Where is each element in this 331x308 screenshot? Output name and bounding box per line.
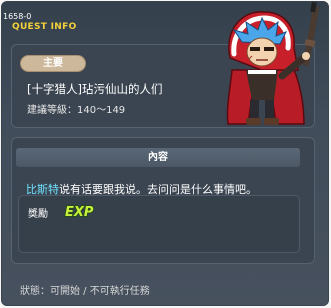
exp-icon: EXP (64, 204, 94, 219)
exp-text: EXP (65, 205, 94, 219)
recommended-level: 建議等級：140～149 (27, 105, 126, 116)
content-header: 內容 (16, 148, 300, 167)
reward-label: 獎勵 (28, 209, 48, 220)
quest-status: 狀態：可開始 / 不可執行任務 (20, 286, 150, 297)
reward-box (18, 195, 300, 253)
quest-id: 1658-0 (3, 12, 32, 21)
quest-category-badge: 主要 (20, 55, 86, 72)
quest-title: [十字猎人]玷污仙山的人们 (27, 82, 163, 96)
npc-portrait (226, 1, 320, 125)
window-title: QUEST INFO (12, 22, 77, 32)
